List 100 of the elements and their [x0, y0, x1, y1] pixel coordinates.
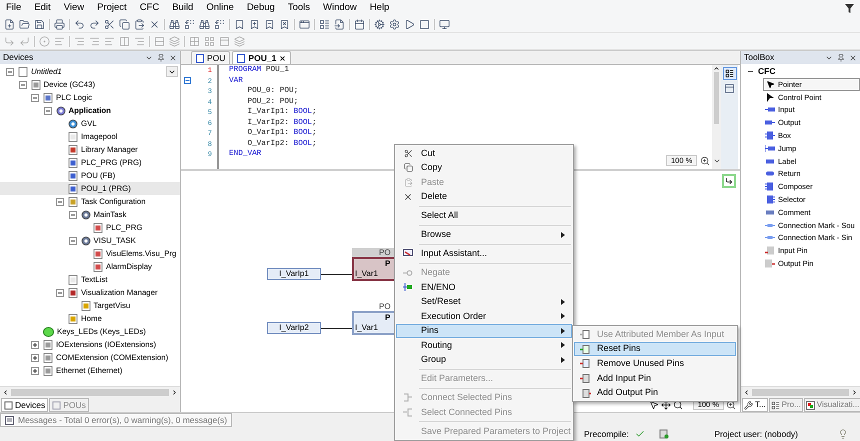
clipboard-icon[interactable]: [134, 18, 145, 30]
pointer-icon[interactable]: [648, 400, 659, 410]
play-icon[interactable]: [404, 18, 415, 30]
undo-icon[interactable]: [74, 18, 85, 30]
menu-item[interactable]: Online: [206, 0, 234, 16]
stop-icon[interactable]: [419, 18, 430, 30]
tree-toggle[interactable]: [31, 340, 39, 348]
tree-toggle[interactable]: [56, 288, 64, 296]
file-icon[interactable]: [334, 18, 345, 30]
folder-icon[interactable]: [19, 18, 30, 30]
cross-icon[interactable]: [149, 18, 160, 30]
tree-toggle[interactable]: [68, 236, 76, 244]
close-icon[interactable]: [169, 54, 177, 62]
bookmark-icon[interactable]: [279, 18, 290, 30]
pin-icon[interactable]: [157, 54, 165, 62]
pin-icon[interactable]: [837, 54, 845, 62]
move-icon[interactable]: [660, 400, 671, 410]
tree-toggle[interactable]: [31, 366, 39, 374]
menu-item[interactable]: Browse: [396, 228, 572, 242]
panel-tab[interactable]: T...: [742, 398, 768, 412]
menu-item[interactable]: CFC: [140, 0, 160, 16]
view-toggle-button[interactable]: [722, 67, 736, 80]
menu-item[interactable]: Pins: [396, 324, 572, 338]
document-icon: [237, 54, 246, 62]
menu-item[interactable]: Remove Unused Pins: [574, 356, 736, 372]
close-icon[interactable]: [279, 54, 286, 62]
menu-item[interactable]: Help: [370, 0, 390, 16]
binoculars-icon[interactable]: [169, 18, 180, 30]
close-icon[interactable]: [849, 54, 857, 62]
menu-item[interactable]: Project: [97, 0, 127, 16]
menu-item[interactable]: Group: [396, 352, 572, 367]
input-variable[interactable]: I_VarIp1: [267, 268, 321, 280]
menu-item[interactable]: EN/ENO: [396, 280, 572, 294]
menu-item[interactable]: Debug: [246, 0, 275, 16]
tree-toggle[interactable]: [44, 106, 52, 114]
menu-item[interactable]: File: [6, 0, 22, 16]
menu-item[interactable]: Tools: [288, 0, 310, 16]
pin-label: I_Var1: [355, 269, 378, 279]
bookmark-icon[interactable]: [264, 18, 275, 30]
redo-icon[interactable]: [89, 18, 100, 30]
menu-item[interactable]: Delete: [396, 190, 572, 204]
routing-button[interactable]: [722, 174, 736, 188]
panel-tab[interactable]: Visualizati...: [804, 398, 860, 412]
printer-icon[interactable]: [54, 18, 65, 30]
list-icon[interactable]: [319, 18, 330, 30]
panel-tab[interactable]: Pro...: [768, 398, 803, 412]
menu-item[interactable]: Select All: [396, 208, 572, 223]
replace-icon[interactable]: [214, 18, 225, 30]
funnel-icon[interactable]: [845, 4, 854, 12]
replace-icon[interactable]: [184, 18, 195, 30]
tree-toggle[interactable]: [18, 80, 26, 88]
lightbulb-icon[interactable]: [838, 429, 848, 439]
menu-item[interactable]: Window: [323, 0, 357, 16]
messages-tab[interactable]: Messages - Total 0 error(s), 0 warning(s), 0 message(s): [0, 413, 232, 427]
menu-item[interactable]: Set/Reset: [396, 294, 572, 309]
monitor-icon[interactable]: [439, 18, 450, 30]
zoom-icon[interactable]: [700, 156, 710, 166]
binoculars-icon[interactable]: [199, 18, 210, 30]
tree-toggle[interactable]: [31, 94, 39, 102]
menu-item[interactable]: View: [64, 0, 84, 16]
scrollbar[interactable]: [741, 386, 860, 397]
copy-icon[interactable]: [119, 18, 130, 30]
table-icon[interactable]: [724, 83, 735, 94]
save-icon[interactable]: [34, 18, 45, 30]
menu-item[interactable]: Cut: [396, 146, 572, 160]
connect-icon: [403, 393, 413, 402]
menu-item[interactable]: Add Input Pin: [574, 371, 736, 386]
menu-item[interactable]: Copy: [396, 160, 572, 175]
settings-icon[interactable]: [389, 18, 400, 30]
tree-toggle[interactable]: [6, 68, 14, 76]
window-icon[interactable]: [299, 18, 310, 30]
tree-toggle[interactable]: [747, 68, 754, 75]
menu-item[interactable]: Input Assistant...: [396, 246, 572, 261]
select-icon: [403, 408, 413, 417]
gear-icon[interactable]: [374, 18, 385, 30]
scrollbar[interactable]: [0, 386, 180, 397]
menu-item[interactable]: Build: [172, 0, 194, 16]
tree-toggle[interactable]: [56, 198, 64, 206]
add-output-pin-icon: [580, 388, 590, 398]
program-icon: [93, 222, 103, 232]
editor-tab[interactable]: POU: [191, 51, 230, 64]
menu-item[interactable]: Reset Pins: [574, 342, 736, 356]
calendar-icon[interactable]: [354, 18, 365, 30]
bookmark-icon[interactable]: [234, 18, 245, 30]
menu-item[interactable]: Execution Order: [396, 309, 572, 324]
menu-item[interactable]: Add Output Pin: [574, 386, 736, 400]
bookmark-icon[interactable]: [249, 18, 260, 30]
editor-tab[interactable]: POU_1: [232, 51, 292, 64]
menu-item[interactable]: Routing: [396, 338, 572, 352]
tree-toggle[interactable]: [31, 354, 39, 362]
menu-item[interactable]: Edit: [34, 0, 51, 16]
input-variable[interactable]: I_VarIp2: [267, 322, 321, 334]
new-file-icon[interactable]: [4, 18, 15, 30]
panel-tab[interactable]: Devices: [1, 398, 48, 412]
dropdown-button[interactable]: [166, 66, 178, 77]
fold-icon[interactable]: [184, 76, 190, 84]
tree-toggle[interactable]: [68, 210, 76, 218]
scissors-icon[interactable]: [104, 18, 115, 30]
scrollbar[interactable]: [712, 65, 721, 169]
group-label[interactable]: CFC: [758, 65, 776, 78]
